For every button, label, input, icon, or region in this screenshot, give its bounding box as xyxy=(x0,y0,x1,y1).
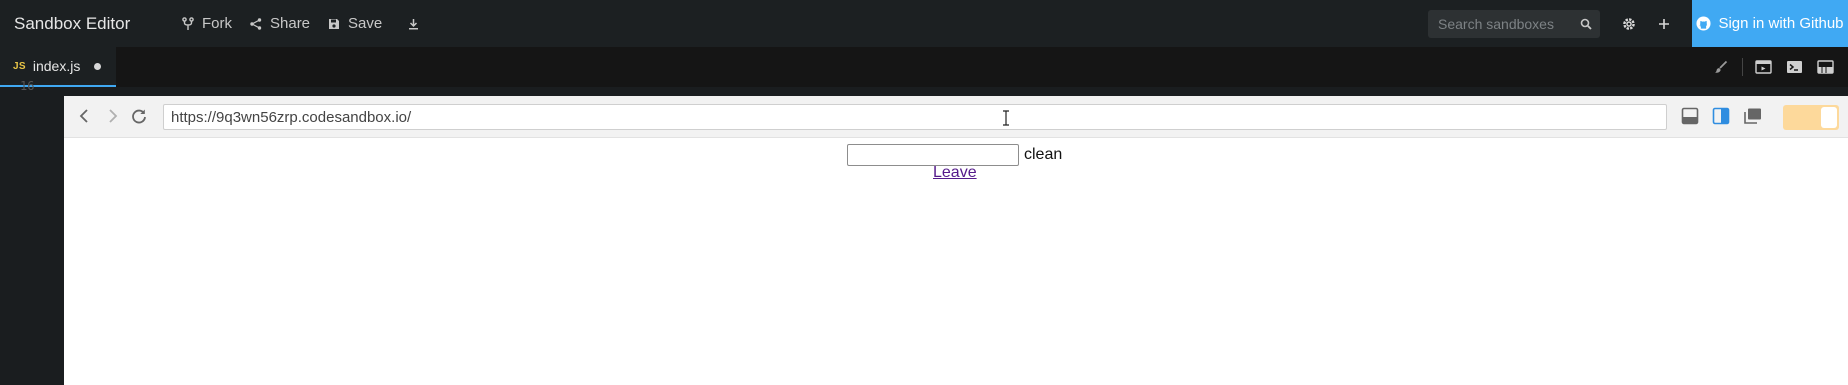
reload-button[interactable] xyxy=(130,108,148,131)
clean-input[interactable] xyxy=(847,144,1019,166)
tab-index-js[interactable]: JS index.js xyxy=(0,47,116,87)
plus-icon xyxy=(1659,18,1669,29)
js-file-icon: JS xyxy=(13,60,26,72)
signin-github-button[interactable]: Sign in with Github xyxy=(1692,0,1848,47)
share-label: Share xyxy=(270,15,311,32)
fork-label: Fork xyxy=(202,15,232,32)
browser-navigation-bar xyxy=(64,96,1848,138)
download-button[interactable] xyxy=(408,9,427,39)
preview-content: clean Leave xyxy=(64,138,1848,385)
new-sandbox-button[interactable] xyxy=(1658,18,1670,30)
back-button[interactable] xyxy=(78,108,90,129)
top-header: Sandbox Editor Fork Share Save Search sa… xyxy=(0,0,1848,47)
share-button[interactable]: Share xyxy=(250,9,310,39)
preview-window-icon xyxy=(1755,60,1772,74)
github-icon xyxy=(1696,16,1711,31)
tab-filename: index.js xyxy=(32,58,81,74)
search-icon xyxy=(1580,18,1592,30)
save-label: Save xyxy=(348,15,383,32)
toggle-preview-button[interactable] xyxy=(1755,60,1772,74)
signin-label: Sign in with Github xyxy=(1718,15,1844,32)
chevron-right-icon xyxy=(109,109,118,123)
text-cursor-icon xyxy=(1003,110,1009,126)
prettify-button[interactable] xyxy=(1714,60,1728,74)
external-window-icon xyxy=(1744,108,1761,124)
fork-button[interactable]: Fork xyxy=(182,9,232,39)
toolbar-divider xyxy=(1742,58,1743,76)
fork-icon xyxy=(182,16,194,30)
layout-bottom-icon xyxy=(1681,107,1699,125)
toggle-terminal-button[interactable] xyxy=(1786,60,1803,74)
console-icon xyxy=(1817,60,1834,74)
gear-icon xyxy=(1623,17,1635,30)
layout-side-button[interactable] xyxy=(1712,107,1730,130)
preview-pane: clean Leave xyxy=(64,96,1848,385)
layout-side-icon xyxy=(1712,107,1730,125)
save-button[interactable]: Save xyxy=(328,9,382,39)
terminal-icon xyxy=(1787,61,1802,73)
search-input[interactable] xyxy=(1436,14,1576,33)
editor-tab-bar: JS index.js xyxy=(0,47,1848,87)
clean-row: clean xyxy=(847,144,1062,166)
forward-button[interactable] xyxy=(107,108,119,129)
chevron-left-icon xyxy=(79,109,88,123)
layout-bottom-button[interactable] xyxy=(1681,107,1699,130)
header-right-group: Sign in with Github xyxy=(1428,0,1848,47)
unsaved-indicator[interactable] xyxy=(94,62,102,70)
download-icon xyxy=(409,18,419,29)
clean-label: clean xyxy=(1024,146,1063,163)
toggle-knob xyxy=(1821,107,1837,128)
open-new-window-button[interactable] xyxy=(1743,107,1763,130)
settings-button[interactable] xyxy=(1622,17,1636,31)
address-bar-input[interactable] xyxy=(163,104,1667,130)
app-title: Sandbox Editor xyxy=(14,13,131,33)
refresh-icon xyxy=(132,109,146,124)
tab-toolbar xyxy=(1714,47,1848,87)
save-icon xyxy=(329,18,340,29)
brush-icon xyxy=(1715,60,1728,73)
preview-toggle-switch[interactable] xyxy=(1783,105,1839,130)
share-icon xyxy=(250,17,262,30)
line-number: 16 xyxy=(20,79,35,93)
leave-link[interactable]: Leave xyxy=(933,164,977,182)
search-box[interactable] xyxy=(1428,9,1600,38)
toggle-console-button[interactable] xyxy=(1817,60,1834,74)
